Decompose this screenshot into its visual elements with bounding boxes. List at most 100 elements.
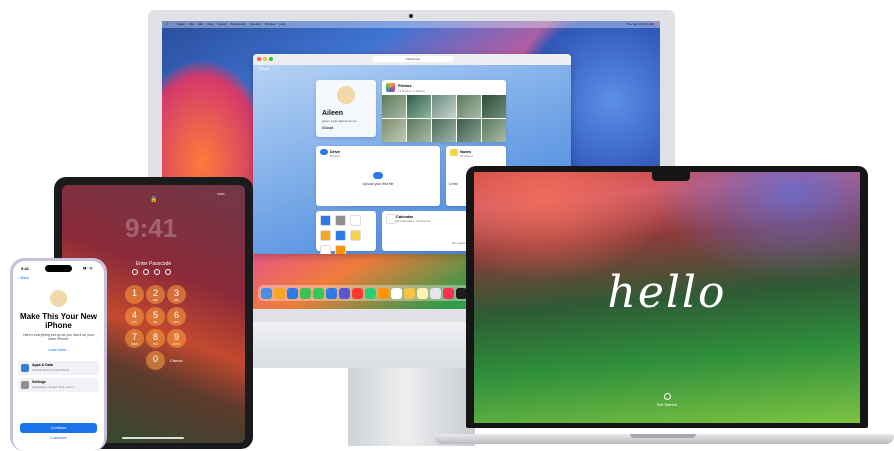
apple-icon[interactable]:  [166, 22, 168, 26]
keypad-key-3[interactable]: 3 DEF [167, 285, 186, 304]
row-subtitle: Transfer Directly From iPhone [32, 368, 70, 372]
get-started-icon[interactable] [664, 393, 671, 400]
drive-card[interactable]: Drive Browse Upload your first file [316, 146, 440, 206]
dock-app-icon[interactable] [287, 287, 298, 299]
menubar-item[interactable]: View [207, 22, 213, 26]
photos-icon [386, 83, 395, 92]
keypad-key-5[interactable]: 5 JKL [146, 307, 165, 326]
profile-card[interactable]: Aileen aileen.zeigen@icloud.com iCloud [316, 80, 376, 137]
menubar-item[interactable]: Safari [177, 22, 185, 26]
dock-app-icon[interactable] [391, 287, 402, 299]
get-started-label[interactable]: Get Started [474, 402, 860, 407]
menubar-item[interactable]: File [189, 22, 194, 26]
menubar-item[interactable]: Help [279, 22, 285, 26]
keypad-key-0[interactable]: 0 [146, 351, 165, 370]
cancel-button[interactable]: Cancel [170, 358, 182, 363]
key-digit: 3 [173, 288, 179, 298]
learn-more-link[interactable]: Learn More... [13, 348, 104, 352]
menubar-clock: Tue Sep 12 9:41 AM [626, 22, 654, 26]
dock-app-icon[interactable] [274, 287, 285, 299]
app-tile-photos-icon[interactable] [320, 230, 331, 241]
key-digit: 8 [152, 332, 158, 342]
key-digit: 1 [131, 288, 137, 298]
dock-app-icon[interactable] [261, 287, 272, 299]
keypad-key-7[interactable]: 7 PQRS [125, 329, 144, 348]
photo-thumb[interactable] [482, 119, 506, 142]
notes-subtitle: All iCloud [460, 154, 473, 158]
keypad-key-4[interactable]: 4 GHI [125, 307, 144, 326]
key-digit: 5 [152, 310, 158, 320]
dock-app-icon[interactable] [339, 287, 350, 299]
keypad-key-8[interactable]: 8 TUV [146, 329, 165, 348]
menubar:  Safari File Edit View History Bookmarks Deve… [162, 21, 660, 28]
app-tile-reminders-icon[interactable] [320, 245, 331, 254]
menubar-item[interactable]: Edit [198, 22, 203, 26]
dock-app-icon[interactable] [326, 287, 337, 299]
keypad-key-9[interactable]: 9 WXYZ [167, 329, 186, 348]
dock-app-icon[interactable] [365, 287, 376, 299]
menubar-item[interactable]: Window [265, 22, 276, 26]
menubar-item[interactable]: Bookmarks [231, 22, 246, 26]
upload-icon[interactable] [373, 172, 383, 179]
photo-thumb[interactable] [407, 95, 431, 118]
minimize-button[interactable] [263, 57, 267, 61]
dock-app-icon[interactable] [300, 287, 311, 299]
dock-app-icon[interactable] [352, 287, 363, 299]
close-button[interactable] [257, 57, 261, 61]
app-tile-drive-icon[interactable] [335, 230, 346, 241]
photo-grid[interactable] [382, 95, 506, 142]
apps-data-icon [21, 364, 29, 372]
passcode-dot [132, 269, 138, 275]
menubar-item[interactable]: History [217, 22, 226, 26]
app-tile-mail-icon[interactable] [320, 215, 331, 226]
key-letters: TUV [153, 343, 158, 346]
dock-app-icon[interactable] [378, 287, 389, 299]
photos-card[interactable]: Photos 71 Photos, 3 Videos [382, 80, 506, 142]
app-tile-contacts-icon[interactable] [335, 215, 346, 226]
zoom-button[interactable] [269, 57, 273, 61]
dock-app-icon[interactable] [313, 287, 324, 299]
photo-thumb[interactable] [457, 95, 481, 118]
calendar-subtitle: All Calendars - No Events [396, 219, 431, 223]
settings-row[interactable]: Settings Appearance, Screen Time, and m.… [18, 378, 99, 392]
photo-thumb[interactable] [432, 95, 456, 118]
dock-app-icon[interactable] [417, 287, 428, 299]
url-field[interactable]: icloud.com [373, 56, 453, 62]
apps-data-row[interactable]: Apps & Data Transfer Directly From iPhon… [18, 361, 99, 375]
lock-icon: 🔒 [150, 197, 158, 203]
notes-create[interactable]: Creat [449, 182, 458, 186]
keypad-key-2[interactable]: 2 ABC [146, 285, 165, 304]
app-tile-pages-icon[interactable] [335, 245, 346, 254]
photo-thumb[interactable] [382, 119, 406, 142]
icloud-logo[interactable]: iCloud [258, 66, 269, 71]
passcode-dots [132, 269, 171, 275]
app-grid-card[interactable] [316, 211, 376, 254]
app-tile-calendar-icon[interactable] [350, 215, 361, 226]
ipad-time: 9:41 [125, 213, 178, 243]
keypad-key-1[interactable]: 1 [125, 285, 144, 304]
back-button[interactable]: ‹ Back [18, 275, 29, 280]
photo-thumb[interactable] [482, 95, 506, 118]
menubar-items[interactable]: Safari File Edit View History Bookmarks Develo… [173, 22, 286, 26]
customize-button[interactable]: Customize [13, 436, 104, 440]
passcode-dot [143, 269, 149, 275]
drive-upload-label[interactable]: Upload your first file [316, 182, 440, 186]
macbook-lip [630, 434, 696, 438]
dock-app-icon[interactable] [443, 287, 454, 299]
continue-button[interactable]: Continue [20, 423, 97, 433]
dock-app-icon[interactable] [430, 287, 441, 299]
photo-thumb[interactable] [432, 119, 456, 142]
dock-app-icon[interactable] [404, 287, 415, 299]
key-letters: JKL [153, 321, 158, 324]
photo-thumb[interactable] [457, 119, 481, 142]
keypad-key-6[interactable]: 6 MNO [167, 307, 186, 326]
photo-thumb[interactable] [407, 119, 431, 142]
key-digit: 4 [131, 310, 137, 320]
dock [258, 285, 519, 301]
key-letters: GHI [132, 321, 137, 324]
photo-thumb[interactable] [382, 95, 406, 118]
menubar-item[interactable]: Develop [250, 22, 261, 26]
key-digit: 9 [173, 332, 179, 342]
app-tile-notes-icon[interactable] [350, 230, 361, 241]
app-tiles [320, 215, 374, 254]
